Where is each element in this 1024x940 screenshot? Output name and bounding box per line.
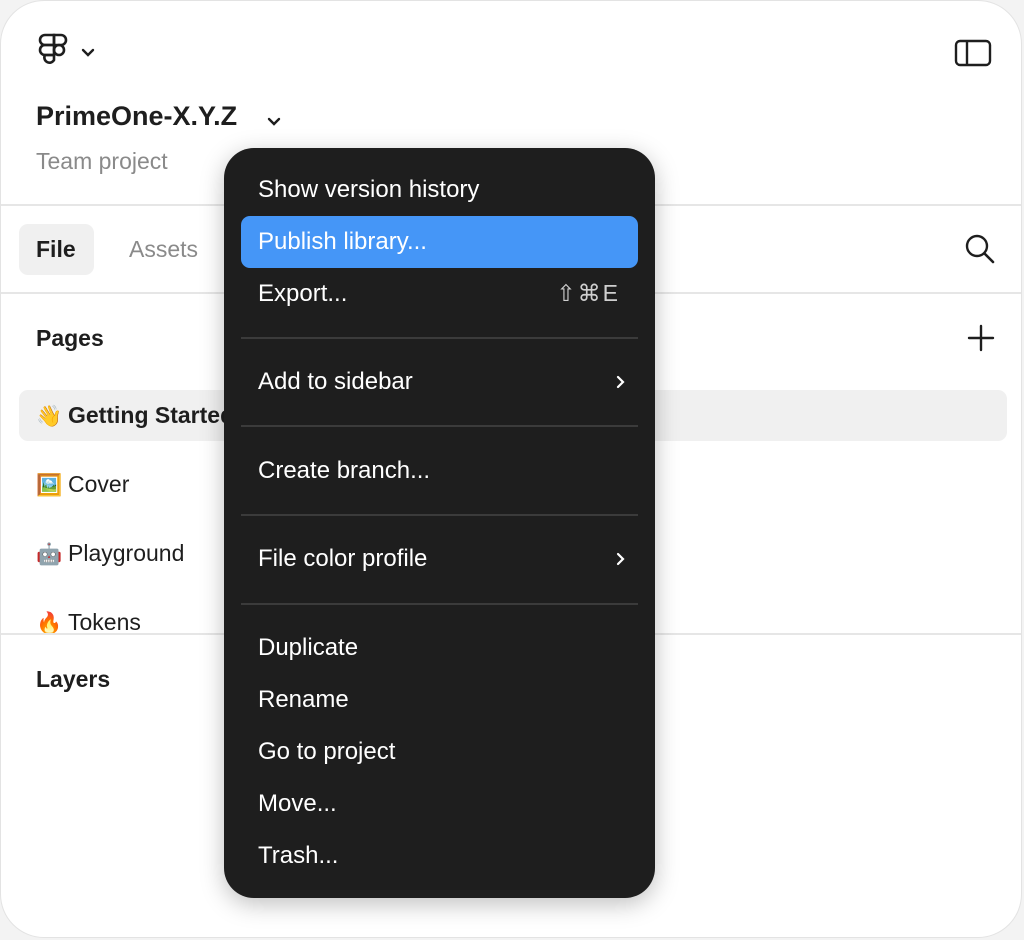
page-item-tokens[interactable]: 🔥 Tokens: [36, 609, 141, 636]
menu-item-add-to-sidebar[interactable]: Add to sidebar: [241, 356, 638, 408]
file-panel: PrimeOne-X.Y.Z Team project File Assets …: [0, 0, 1022, 938]
menu-item-show-version-history[interactable]: Show version history: [241, 164, 638, 216]
menu-item-create-branch[interactable]: Create branch...: [241, 445, 638, 497]
page-item-getting-started[interactable]: 👋 Getting Started: [36, 402, 234, 429]
chevron-right-icon: [616, 551, 626, 567]
search-icon[interactable]: [964, 233, 996, 265]
figma-logo-icon[interactable]: [37, 33, 71, 71]
menu-item-trash[interactable]: Trash...: [241, 830, 638, 882]
sidebar-toggle-icon[interactable]: [954, 38, 992, 68]
menu-item-publish-library[interactable]: Publish library...: [241, 216, 638, 268]
chevron-down-icon[interactable]: [81, 45, 95, 57]
tab-assets[interactable]: Assets: [129, 236, 198, 263]
robot-emoji-icon: 🤖: [36, 543, 63, 566]
project-title[interactable]: PrimeOne-X.Y.Z: [36, 101, 237, 132]
menu-item-duplicate[interactable]: Duplicate: [241, 622, 638, 674]
plus-icon[interactable]: [967, 324, 995, 352]
menu-item-rename[interactable]: Rename: [241, 674, 638, 726]
pages-heading: Pages: [36, 325, 104, 351]
file-context-menu: Show version history Publish library... …: [224, 148, 655, 898]
menu-item-export[interactable]: Export... ⇧⌘E: [241, 268, 638, 320]
layers-heading: Layers: [36, 666, 111, 692]
menu-item-file-color-profile[interactable]: File color profile: [241, 533, 638, 585]
menu-separator: [241, 337, 638, 339]
chevron-down-icon[interactable]: [267, 114, 281, 126]
wave-emoji-icon: 👋: [36, 405, 63, 428]
project-type: Team project: [36, 148, 168, 174]
export-shortcut: ⇧⌘E: [556, 280, 620, 306]
menu-separator: [241, 514, 638, 516]
tab-file-label[interactable]: File: [36, 236, 76, 263]
picture-emoji-icon: 🖼️: [36, 474, 63, 497]
page-item-cover[interactable]: 🖼️ Cover: [36, 471, 129, 498]
menu-item-go-to-project[interactable]: Go to project: [241, 726, 638, 778]
page-item-playground[interactable]: 🤖 Playground: [36, 540, 184, 567]
menu-item-move[interactable]: Move...: [241, 778, 638, 830]
chevron-right-icon: [616, 374, 626, 390]
menu-separator: [241, 603, 638, 605]
menu-separator: [241, 425, 638, 427]
